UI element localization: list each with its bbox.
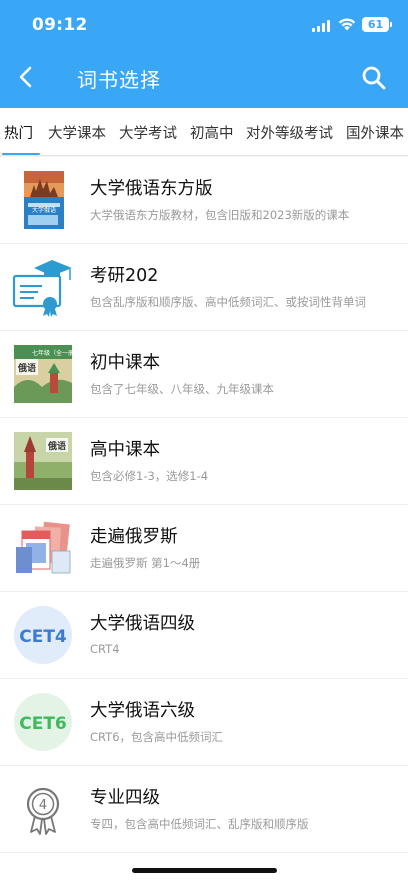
item-title: 高中课本 [90,440,160,460]
item-description: 包含了七年级、八年级、九年级课本 [90,382,274,396]
wordbook-list: 大学俄语 大学俄语东方版 大学俄语东方版教材，包含旧版和2023新版的课本 考研… [0,157,408,853]
book-cover-icon: 大学俄语 [24,171,64,229]
list-item[interactable]: 4 专业四级 专四，包含高中低频词汇、乱序版和顺序版 [0,766,408,853]
svg-text:俄语: 俄语 [47,440,66,452]
top-header: 09:12 61 词书选择 [0,0,408,108]
item-description: CRT6，包含高中低频词汇 [90,730,224,744]
battery-icon: 61 [362,17,392,32]
tab-college-textbooks[interactable]: 大学课本 [48,122,106,143]
item-title: 大学俄语六级 [90,701,195,721]
item-title: 专业四级 [90,788,160,808]
svg-text:七年级（全一册）: 七年级（全一册） [32,349,74,357]
wifi-icon [338,18,356,31]
item-title: 大学俄语四级 [90,614,195,634]
svg-text:4: 4 [39,798,47,813]
tab-middle-high-school[interactable]: 初高中 [190,122,234,143]
svg-text:俄语: 俄语 [17,362,36,374]
item-description: 走遍俄罗斯 第1～4册 [90,556,201,570]
list-item[interactable]: CET6 大学俄语六级 CRT6，包含高中低频词汇 [0,679,408,766]
item-description: 包含乱序版和顺序版、高中低频词汇、或按词性背单词 [90,295,366,309]
page-title: 词书选择 [77,68,161,92]
item-title: 大学俄语东方版 [90,179,213,199]
book-stack-icon [16,521,71,574]
tab-foreign-proficiency-exams[interactable]: 对外等级考试 [246,122,333,143]
category-tabs: 热门 大学课本 大学考试 初高中 对外等级考试 国外课本 [0,108,408,156]
item-description: 包含必修1-3，选修1-4 [90,469,209,483]
cet6-badge-icon: CET6 [14,693,72,751]
tab-foreign-textbooks[interactable]: 国外课本 [346,122,404,143]
item-description: CRT4 [90,642,120,656]
high-school-book-icon: 俄语 [14,432,72,490]
medal-4-icon: 4 [26,787,60,835]
item-title: 考研202 [90,266,159,286]
search-icon[interactable] [360,64,388,92]
back-arrow-icon[interactable] [14,63,38,91]
list-item[interactable]: 俄语 高中课本 包含必修1-3，选修1-4 [0,418,408,505]
status-time: 09:12 [32,15,88,35]
tab-college-exams[interactable]: 大学考试 [119,122,177,143]
app-screen: 09:12 61 词书选择 热门 大学课本 大学考试 初高中 对外等级考试 国外… [0,0,408,883]
item-title: 走遍俄罗斯 [90,527,178,547]
item-description: 大学俄语东方版教材，包含旧版和2023新版的课本 [90,208,350,222]
item-description: 专四，包含高中低频词汇、乱序版和顺序版 [90,817,309,831]
item-title: 初中课本 [90,353,160,373]
list-item[interactable]: CET4 大学俄语四级 CRT4 [0,592,408,679]
list-item[interactable]: 大学俄语 大学俄语东方版 大学俄语东方版教材，包含旧版和2023新版的课本 [0,157,408,244]
graduation-cert-icon [12,260,72,317]
tab-hot[interactable]: 热门 [4,122,33,143]
middle-school-book-icon: 七年级（全一册） 俄语 [14,345,74,403]
list-item[interactable]: 七年级（全一册） 俄语 初中课本 包含了七年级、八年级、九年级课本 [0,331,408,418]
cet4-badge-icon: CET4 [14,606,72,664]
svg-text:CET4: CET4 [19,627,67,647]
status-bar: 09:12 61 [0,0,408,50]
list-item[interactable]: 考研202 包含乱序版和顺序版、高中低频词汇、或按词性背单词 [0,244,408,331]
cellular-signal-icon [312,20,332,32]
list-item[interactable]: 走遍俄罗斯 走遍俄罗斯 第1～4册 [0,505,408,592]
active-tab-indicator [2,153,40,155]
svg-text:大学俄语: 大学俄语 [32,206,56,214]
home-indicator[interactable] [132,868,277,873]
svg-text:CET6: CET6 [19,714,67,734]
